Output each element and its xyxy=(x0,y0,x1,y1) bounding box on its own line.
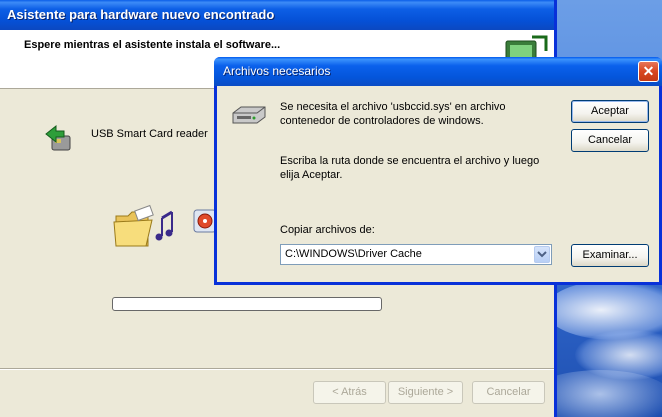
files-needed-dialog: Archivos necesarios ✕ Se necesita el arc… xyxy=(214,57,662,285)
disk-drive-icon xyxy=(232,106,266,124)
copy-animation xyxy=(113,204,217,247)
chevron-down-icon[interactable] xyxy=(534,246,550,263)
close-icon[interactable]: ✕ xyxy=(638,61,659,82)
wizard-title[interactable]: Asistente para hardware nuevo encontrado xyxy=(0,0,554,30)
device-label: USB Smart Card reader xyxy=(91,128,208,140)
media-icon xyxy=(193,209,217,233)
copy-from-value[interactable]: C:\WINDOWS\Driver Cache xyxy=(285,248,422,260)
copy-from-combobox[interactable]: C:\WINDOWS\Driver Cache xyxy=(280,244,552,265)
music-notes-icon xyxy=(155,210,173,241)
dialog-cancel-button[interactable]: Cancelar xyxy=(571,129,649,152)
cancel-button[interactable]: Cancelar xyxy=(472,381,545,404)
smart-card-device-icon xyxy=(45,124,71,151)
missing-file-message: Se necesita el archivo 'usbccid.sys' en … xyxy=(280,101,506,127)
install-progress-bar xyxy=(112,297,382,311)
wizard-separator xyxy=(0,368,554,370)
instructions-text: Escriba la ruta donde se encuentra el ar… xyxy=(280,155,540,181)
folder-icon xyxy=(113,204,154,247)
back-button[interactable]: < Atrás xyxy=(313,381,386,404)
next-button[interactable]: Siguiente > xyxy=(388,381,463,404)
accept-button[interactable]: Aceptar xyxy=(571,100,649,123)
browse-button[interactable]: Examinar... xyxy=(571,244,649,267)
copy-from-label: Copiar archivos de: xyxy=(280,224,375,236)
dialog-title[interactable]: Archivos necesarios xyxy=(214,57,662,86)
wizard-header-text: Espere mientras el asistente instala el … xyxy=(24,39,281,51)
